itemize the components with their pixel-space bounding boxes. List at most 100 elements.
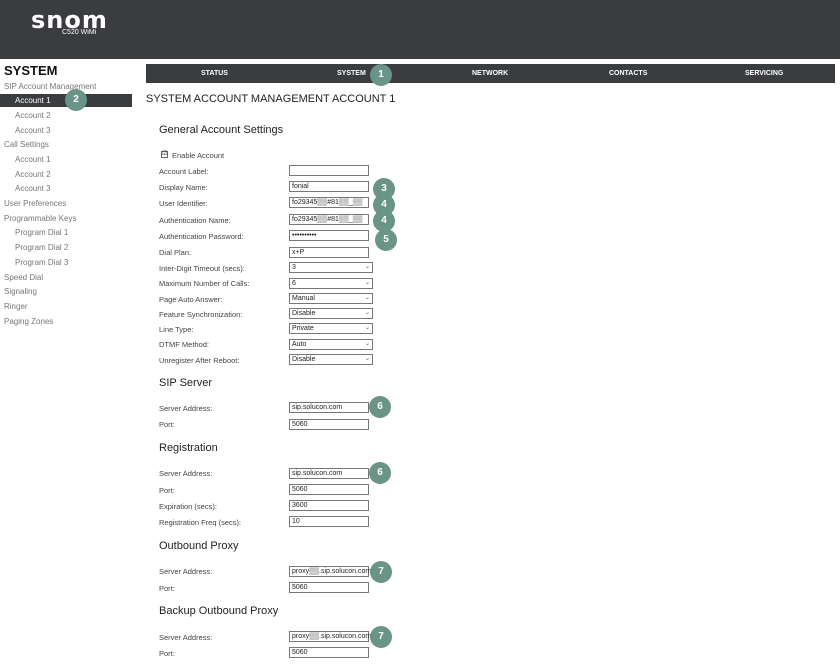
outbound-proxy-title: Outbound Proxy	[159, 540, 239, 552]
dtmf-method-value: Auto	[292, 341, 307, 348]
line-type-label: Line Type:	[159, 325, 194, 334]
display-name-input[interactable]: fonial	[289, 181, 369, 192]
unregister-after-reboot-select[interactable]: Disable ⌄	[289, 354, 373, 365]
sip-server-address-input[interactable]: sip.solucon.com	[289, 402, 369, 413]
model-name: C520 WiMi	[62, 29, 97, 36]
chevron-down-icon: ⌄	[364, 325, 370, 331]
backup-proxy-address-input[interactable]: proxy▒▒.sip.solucon.com	[289, 631, 371, 642]
callout-badge: 6	[369, 396, 391, 418]
sidebar-title: SYSTEM	[4, 63, 58, 78]
page-auto-answer-select[interactable]: Manual ⌄	[289, 293, 373, 304]
registration-freq-label: Registration Freq (secs):	[159, 518, 242, 527]
callout-badge: 5	[375, 229, 397, 251]
auth-password-input[interactable]: ••••••••••	[289, 230, 369, 241]
registration-freq-input[interactable]: 10	[289, 516, 369, 527]
callout-badge: 7	[370, 626, 392, 648]
unregister-after-reboot-label: Unregister After Reboot:	[159, 356, 240, 365]
nav-servicing[interactable]: SERVICING	[745, 64, 783, 83]
enable-account-label: Enable Account	[172, 151, 225, 160]
chevron-down-icon: ⌄	[364, 341, 370, 347]
callout-badge: 7	[370, 561, 392, 583]
page: snom C520 WiMi SYSTEM SIP Account Manage…	[0, 0, 840, 667]
outbound-proxy-address-input[interactable]: proxy▒▒.sip.solucon.com	[289, 566, 371, 577]
sidebar-item-paging-zones[interactable]: Paging Zones	[0, 315, 132, 328]
max-calls-label: Maximum Number of Calls:	[159, 279, 250, 288]
expiration-label: Expiration (secs):	[159, 502, 217, 511]
sidebar-item-call-account-2[interactable]: Account 2	[0, 168, 132, 181]
outbound-proxy-port-label: Port:	[159, 584, 175, 593]
line-type-value: Private	[292, 325, 314, 332]
header-bar: snom C520 WiMi	[0, 0, 840, 59]
account-label-label: Account Label:	[159, 167, 209, 176]
chevron-down-icon: ⌄	[364, 310, 370, 316]
line-type-select[interactable]: Private ⌄	[289, 323, 373, 334]
dial-plan-input[interactable]: x+P	[289, 247, 369, 258]
sidebar-item-program-dial-3[interactable]: Program Dial 3	[0, 256, 132, 269]
feature-sync-select[interactable]: Disable ⌄	[289, 308, 373, 319]
max-calls-select[interactable]: 6 ⌄	[289, 278, 373, 289]
inter-digit-timeout-label: Inter-Digit Timeout (secs):	[159, 264, 245, 273]
max-calls-value: 6	[292, 280, 296, 287]
user-identifier-input[interactable]: fo29345▒▒#81▒▒_▒▒	[289, 197, 369, 208]
general-settings-title: General Account Settings	[159, 124, 284, 136]
outbound-proxy-port-input[interactable]: 5060	[289, 582, 369, 593]
sidebar-item-user-preferences[interactable]: User Preferences	[0, 197, 132, 210]
backup-proxy-port-input[interactable]: 5060	[289, 647, 369, 658]
feature-sync-label: Feature Synchronization:	[159, 310, 243, 319]
nav-network[interactable]: NETWORK	[472, 64, 508, 83]
backup-proxy-port-label: Port:	[159, 649, 175, 658]
callout-badge: 2	[65, 89, 87, 111]
chevron-down-icon: ⌄	[364, 356, 370, 362]
sidebar-item-sip-account-3[interactable]: Account 3	[0, 124, 132, 137]
chevron-down-icon: ⌄	[364, 280, 370, 286]
auth-name-label: Authentication Name:	[159, 216, 231, 225]
sip-server-title: SIP Server	[159, 377, 212, 389]
enable-account-checkbox[interactable]: ☑	[161, 151, 168, 158]
sidebar-item-signaling[interactable]: Signaling	[0, 285, 132, 298]
page-auto-answer-value: Manual	[292, 295, 315, 302]
sidebar-item-sip-account-management[interactable]: SIP Account Management	[0, 80, 132, 93]
chevron-down-icon: ⌄	[364, 264, 370, 270]
sip-server-port-label: Port:	[159, 420, 175, 429]
backup-proxy-title: Backup Outbound Proxy	[159, 605, 279, 617]
page-auto-answer-label: Page Auto Answer:	[159, 295, 223, 304]
inter-digit-timeout-select[interactable]: 3 ⌄	[289, 262, 373, 273]
callout-badge: 1	[370, 64, 392, 86]
auth-name-input[interactable]: fo29345▒▒#81▒▒_▒▒	[289, 214, 369, 225]
user-identifier-label: User Identifier:	[159, 199, 208, 208]
callout-badge: 6	[369, 462, 391, 484]
registration-address-input[interactable]: sip.solucon.com	[289, 468, 369, 479]
registration-title: Registration	[159, 442, 218, 454]
registration-port-label: Port:	[159, 486, 175, 495]
dial-plan-label: Dial Plan:	[159, 248, 192, 257]
sidebar-item-call-account-1[interactable]: Account 1	[0, 153, 132, 166]
nav-status[interactable]: STATUS	[201, 64, 228, 83]
display-name-label: Display Name:	[159, 183, 208, 192]
sidebar-item-call-account-3[interactable]: Account 3	[0, 182, 132, 195]
dtmf-method-label: DTMF Method:	[159, 340, 210, 349]
sidebar-item-program-dial-1[interactable]: Program Dial 1	[0, 226, 132, 239]
sidebar-item-call-settings[interactable]: Call Settings	[0, 138, 132, 151]
page-title: SYSTEM ACCOUNT MANAGEMENT ACCOUNT 1	[146, 93, 396, 105]
registration-port-input[interactable]: 5060	[289, 484, 369, 495]
backup-proxy-address-label: Server Address:	[159, 633, 213, 642]
chevron-down-icon: ⌄	[364, 295, 370, 301]
account-label-input[interactable]	[289, 165, 369, 176]
expiration-input[interactable]: 3600	[289, 500, 369, 511]
dtmf-method-select[interactable]: Auto ⌄	[289, 339, 373, 350]
nav-contacts[interactable]: CONTACTS	[609, 64, 647, 83]
sidebar-item-sip-account-2[interactable]: Account 2	[0, 109, 132, 122]
sidebar-item-programmable-keys[interactable]: Programmable Keys	[0, 212, 132, 225]
main-nav: STATUS SYSTEM NETWORK CONTACTS SERVICING	[146, 64, 835, 83]
sidebar-item-ringer[interactable]: Ringer	[0, 300, 132, 313]
outbound-proxy-address-label: Server Address:	[159, 567, 213, 576]
registration-address-label: Server Address:	[159, 469, 213, 478]
unregister-after-reboot-value: Disable	[292, 356, 316, 363]
sip-server-port-input[interactable]: 5060	[289, 419, 369, 430]
auth-password-label: Authentication Password:	[159, 232, 244, 241]
feature-sync-value: Disable	[292, 310, 316, 317]
sidebar-item-program-dial-2[interactable]: Program Dial 2	[0, 241, 132, 254]
sip-server-address-label: Server Address:	[159, 404, 213, 413]
nav-system[interactable]: SYSTEM	[337, 64, 366, 83]
sidebar-item-speed-dial[interactable]: Speed Dial	[0, 271, 132, 284]
